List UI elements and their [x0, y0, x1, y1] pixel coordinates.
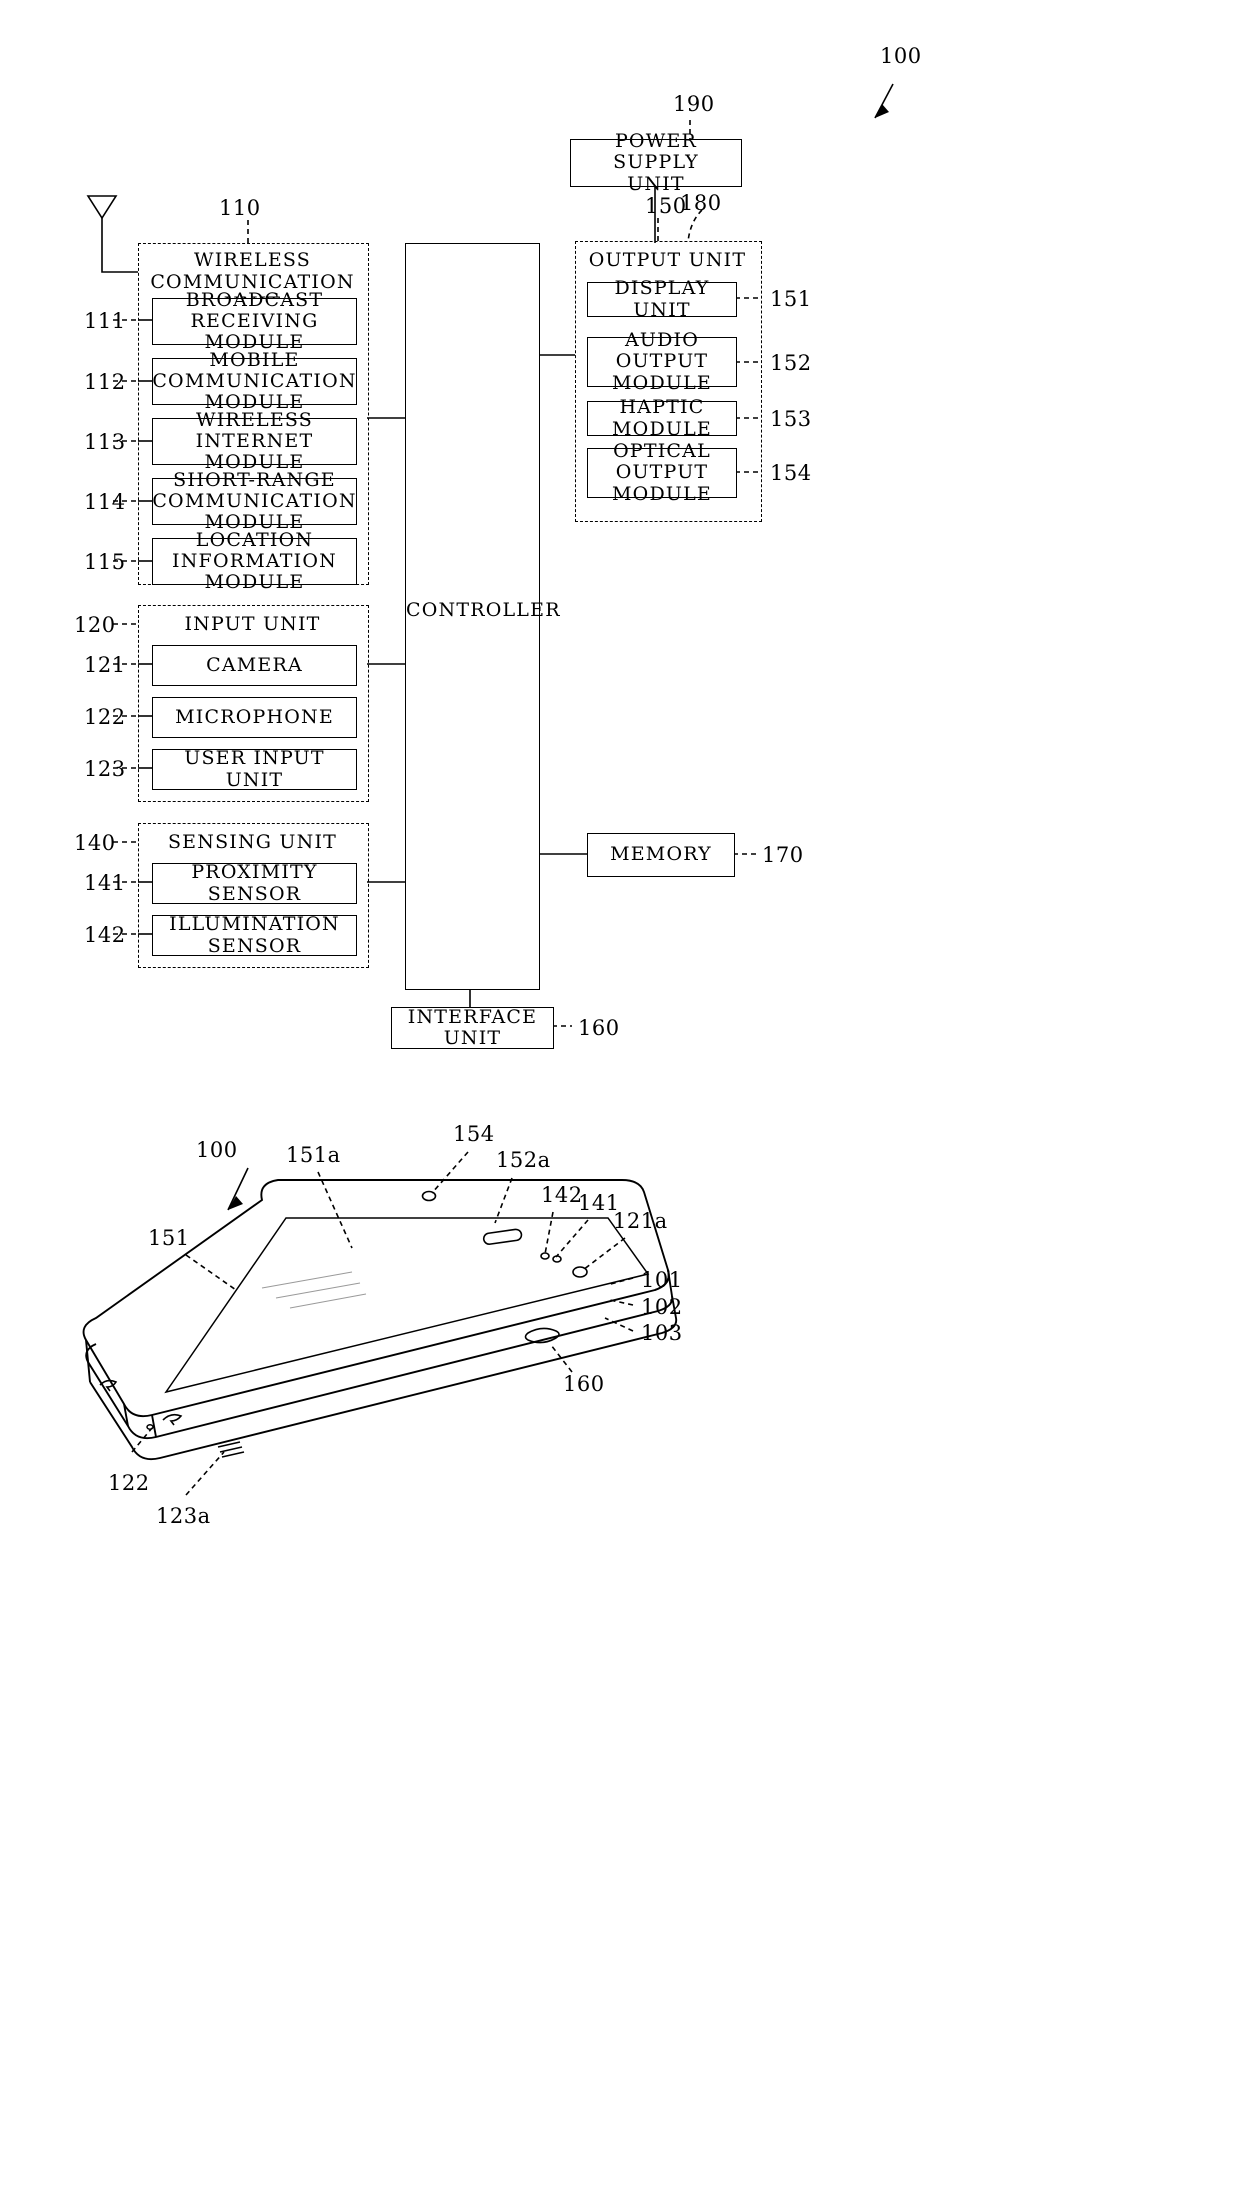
proximity-sensor-box: PROXIMITY SENSOR — [152, 861, 357, 905]
ref-121: 121 — [84, 653, 126, 677]
ref-123: 123 — [84, 757, 126, 781]
wireless-internet-module-box: WIRELESS INTERNET MODULE — [152, 409, 357, 473]
device-ref-101: 101 — [641, 1268, 683, 1292]
ref-150: 150 — [645, 194, 687, 218]
sensing-unit-title: SENSING UNIT — [167, 831, 338, 853]
device-ref-103: 103 — [641, 1321, 683, 1345]
interface-unit-label: INTERFACE UNIT — [407, 1005, 538, 1049]
ref-142: 142 — [84, 923, 126, 947]
ref-154: 154 — [770, 461, 812, 485]
device-ref-151: 151 — [148, 1226, 190, 1250]
device-ref-152a: 152a — [496, 1148, 551, 1172]
microphone-box: MICROPHONE — [152, 697, 357, 738]
device-ref-123a: 123a — [156, 1504, 211, 1528]
user-input-unit-label: USER INPUT UNIT — [184, 747, 325, 791]
controller-label: CONTROLLER — [406, 599, 561, 621]
ref-122: 122 — [84, 705, 126, 729]
device-ref-151a: 151a — [286, 1143, 341, 1167]
broadcast-receiving-module-label: BROADCAST RECEIVING MODULE — [185, 288, 324, 354]
input-unit-title: INPUT UNIT — [184, 613, 321, 635]
ref-160: 160 — [578, 1016, 620, 1040]
ref-151: 151 — [770, 287, 812, 311]
camera-label: CAMERA — [206, 653, 303, 676]
ref-141: 141 — [84, 871, 126, 895]
short-range-communication-module-label: SHORT-RANGE COMMUNICATION MODULE — [152, 468, 357, 534]
display-unit-box: DISPLAY UNIT — [587, 278, 737, 320]
audio-output-module-label: AUDIO OUTPUT MODULE — [612, 329, 712, 394]
device-ref-142: 142 — [541, 1183, 583, 1207]
memory-label: MEMORY — [610, 843, 712, 866]
ref-170: 170 — [762, 843, 804, 867]
device-ref-154: 154 — [453, 1122, 495, 1146]
output-unit-title: OUTPUT UNIT — [588, 249, 747, 271]
power-supply-unit-label: POWER SUPPLY UNIT — [613, 130, 699, 195]
user-input-unit-box: USER INPUT UNIT — [152, 747, 357, 791]
proximity-sensor-label: PROXIMITY SENSOR — [191, 861, 318, 905]
ref-110: 110 — [219, 196, 261, 220]
ref-152: 152 — [770, 351, 812, 375]
figure-ref-100: 100 — [880, 44, 922, 68]
device-ref-100: 100 — [196, 1138, 238, 1162]
optical-output-module-box: OPTICAL OUTPUT MODULE — [587, 441, 737, 504]
device-ref-102: 102 — [641, 1295, 683, 1319]
device-ref-121a: 121a — [613, 1209, 668, 1233]
camera-box: CAMERA — [152, 645, 357, 686]
illumination-sensor-label: ILLUMINATION SENSOR — [169, 913, 340, 957]
illumination-sensor-box: ILLUMINATION SENSOR — [152, 913, 357, 957]
ref-113: 113 — [84, 430, 126, 454]
patent-figure-sheet: 100 190 POWER SUPPLY UNIT 180 CONTROLLER… — [0, 0, 1240, 2188]
broadcast-receiving-module-box: BROADCAST RECEIVING MODULE — [152, 289, 357, 353]
haptic-module-box: HAPTIC MODULE — [587, 397, 737, 439]
ref-190: 190 — [673, 92, 715, 116]
ref-153: 153 — [770, 407, 812, 431]
optical-output-module-label: OPTICAL OUTPUT MODULE — [612, 440, 712, 505]
mobile-communication-module-box: MOBILE COMMUNICATION MODULE — [152, 349, 357, 413]
location-information-module-label: LOCATION INFORMATION MODULE — [172, 528, 337, 594]
ref-120: 120 — [74, 613, 116, 637]
interface-unit-box: INTERFACE UNIT — [391, 1005, 554, 1049]
ref-111: 111 — [84, 309, 126, 333]
short-range-communication-module-box: SHORT-RANGE COMMUNICATION MODULE — [152, 469, 357, 533]
audio-output-module-box: AUDIO OUTPUT MODULE — [587, 330, 737, 393]
ref-115: 115 — [84, 550, 126, 574]
microphone-label: MICROPHONE — [175, 705, 334, 728]
memory-box: MEMORY — [587, 833, 735, 877]
device-ref-122: 122 — [108, 1471, 150, 1495]
mobile-communication-module-label: MOBILE COMMUNICATION MODULE — [152, 348, 357, 414]
haptic-module-label: HAPTIC MODULE — [612, 396, 712, 440]
display-unit-label: DISPLAY UNIT — [614, 277, 710, 321]
location-information-module-box: LOCATION INFORMATION MODULE — [152, 529, 357, 593]
device-ref-160: 160 — [563, 1372, 605, 1396]
ref-114: 114 — [84, 490, 126, 514]
controller-box: CONTROLLER — [405, 243, 561, 990]
power-supply-unit-box: POWER SUPPLY UNIT — [570, 131, 742, 194]
wireless-internet-module-label: WIRELESS INTERNET MODULE — [195, 408, 314, 474]
ref-140: 140 — [74, 831, 116, 855]
ref-112: 112 — [84, 370, 126, 394]
